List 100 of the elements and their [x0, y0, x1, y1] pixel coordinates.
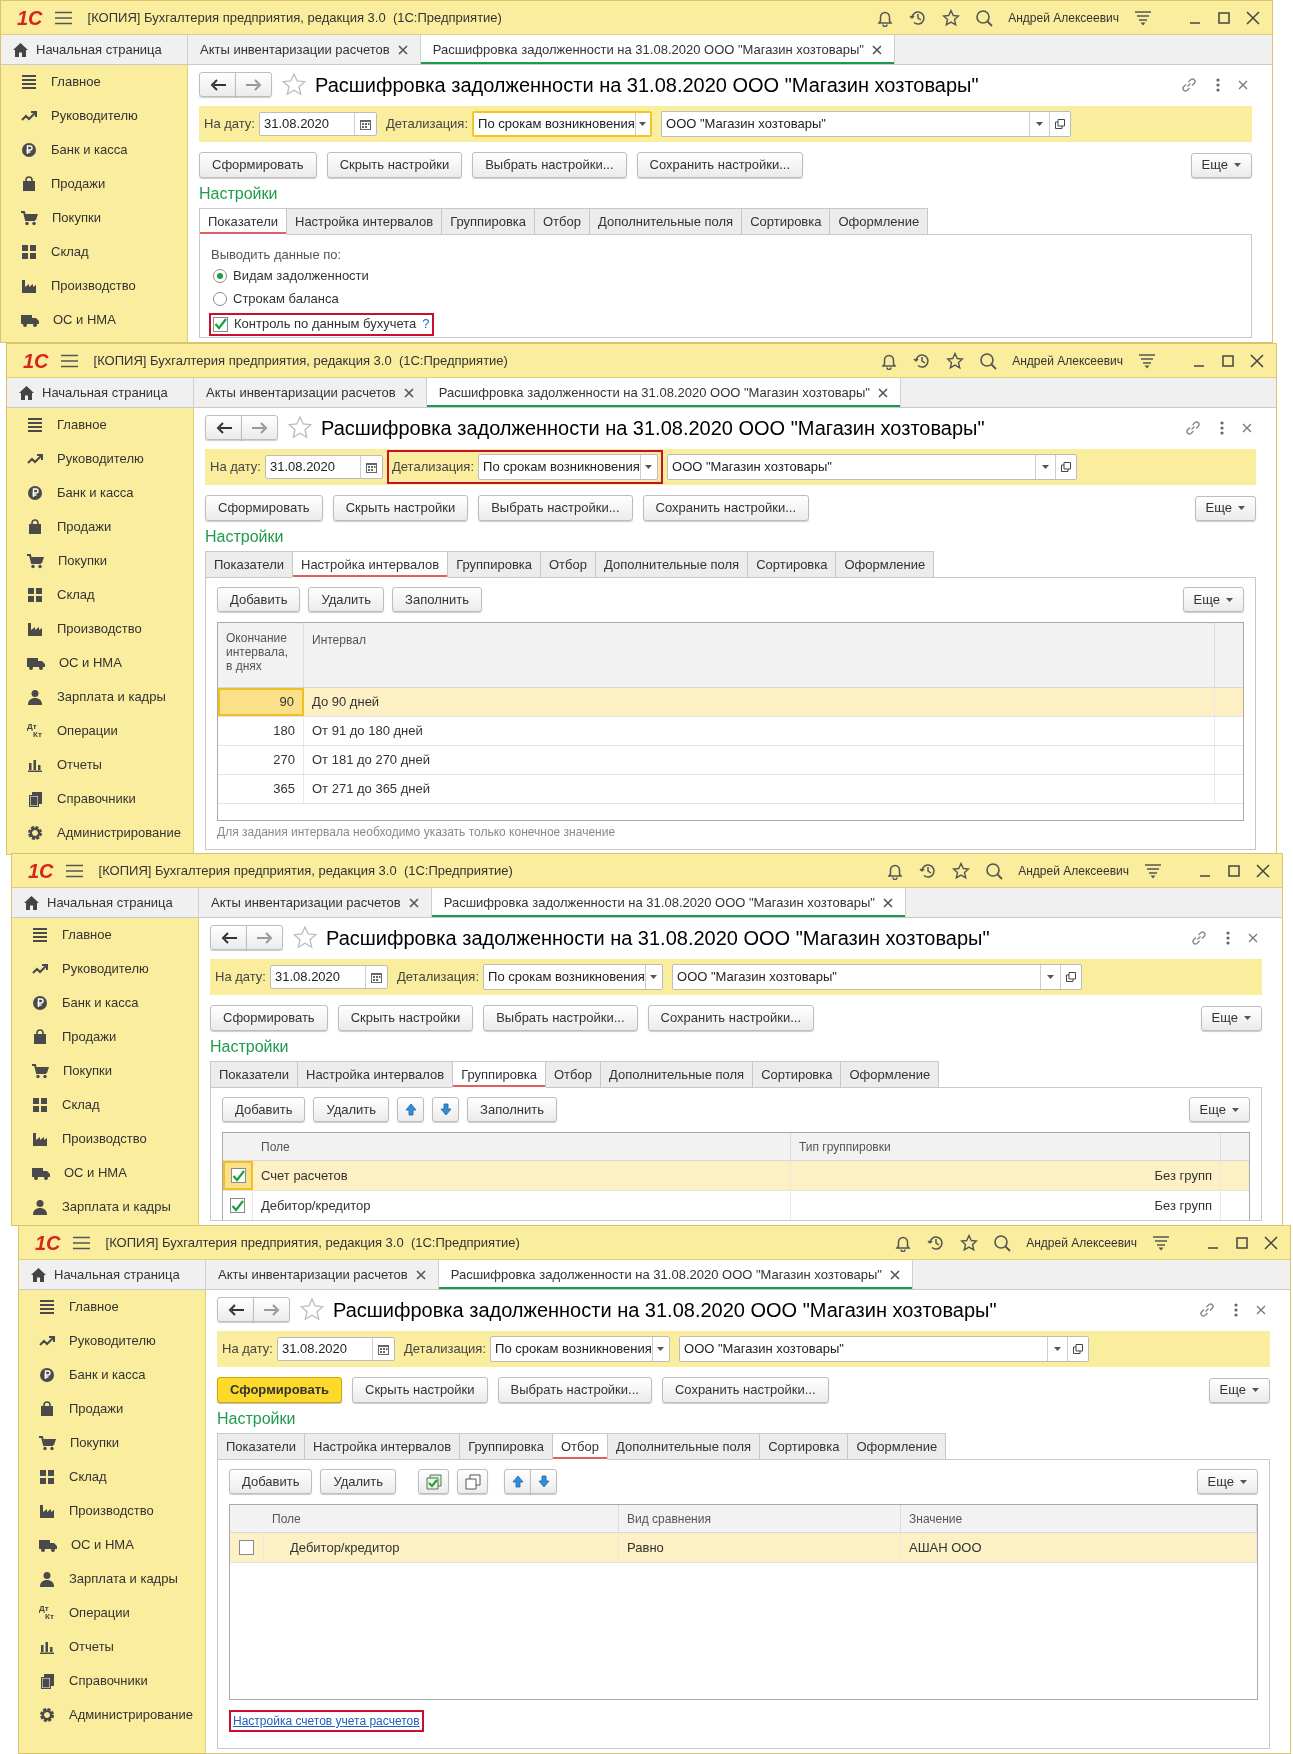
toolbar-button[interactable]: Удалить — [308, 587, 385, 612]
copy-button[interactable] — [457, 1469, 489, 1494]
settings-tab[interactable]: Оформление — [829, 208, 929, 235]
sidebar-item[interactable]: Производство — [7, 612, 193, 646]
radio-button[interactable] — [213, 269, 227, 283]
toolbar-button[interactable]: Удалить — [313, 1097, 390, 1122]
settings-tab[interactable]: Оформление — [835, 551, 935, 578]
sidebar-item[interactable]: ОС и НМА — [1, 303, 187, 337]
more-button[interactable]: Еще — [1190, 152, 1252, 178]
more-button[interactable]: Еще — [1194, 495, 1256, 521]
action-button[interactable]: Скрыть настройки — [326, 152, 463, 178]
action-button[interactable]: Сохранить настройки... — [661, 1377, 829, 1403]
settings-tab[interactable]: Оформление — [840, 1061, 940, 1088]
help-link[interactable]: ? — [422, 314, 430, 334]
link-icon[interactable] — [1180, 75, 1198, 94]
star-icon[interactable] — [942, 8, 961, 27]
user-name[interactable]: Андрей Алексеевич — [1026, 1233, 1137, 1252]
panel-menu-icon[interactable] — [1138, 352, 1156, 369]
more-button[interactable]: Еще — [1182, 587, 1244, 612]
star-icon[interactable] — [952, 861, 971, 880]
sidebar-item[interactable]: Отчеты — [7, 748, 193, 782]
sidebar-item[interactable]: Продажи — [12, 1020, 198, 1054]
settings-tab[interactable]: Показатели — [210, 1061, 298, 1088]
more-button[interactable]: Еще — [1200, 1005, 1262, 1031]
table-row[interactable]: Дебитор/кредитор Равно АШАН ООО — [230, 1533, 1257, 1563]
close-icon[interactable] — [415, 1269, 426, 1280]
history-icon[interactable] — [927, 1233, 946, 1252]
action-button[interactable]: Скрыть настройки — [332, 495, 469, 521]
close-icon[interactable] — [1242, 422, 1252, 433]
settings-link[interactable]: Настройка счетов учета расчетов — [229, 1710, 424, 1732]
search-icon[interactable] — [979, 351, 998, 370]
sidebar-item[interactable]: Справочники — [7, 782, 193, 816]
close-icon[interactable] — [1264, 1235, 1278, 1250]
sidebar-item[interactable]: Производство — [1, 269, 187, 303]
more-button[interactable]: Еще — [1188, 1097, 1250, 1122]
close-icon[interactable] — [1256, 1304, 1266, 1315]
toolbar-button[interactable]: Удалить — [320, 1469, 397, 1494]
table-row[interactable]: 365 От 271 до 365 дней — [218, 775, 1243, 804]
back-button[interactable] — [217, 1297, 254, 1322]
panel-menu-icon[interactable] — [1134, 9, 1152, 26]
star-icon[interactable] — [960, 1233, 979, 1252]
sidebar-item[interactable]: Производство — [19, 1494, 205, 1528]
settings-tab[interactable]: Группировка — [447, 551, 541, 578]
sidebar-item[interactable]: Банк и касса — [1, 133, 187, 167]
checkbox[interactable] — [213, 316, 228, 332]
close-icon[interactable] — [1238, 79, 1248, 90]
sidebar-item[interactable]: Дт Кт Операции — [7, 714, 193, 748]
more-icon[interactable] — [1216, 77, 1220, 92]
settings-tab[interactable]: Отбор — [540, 551, 596, 578]
panel-menu-icon[interactable] — [1144, 862, 1162, 879]
link-icon[interactable] — [1198, 1300, 1216, 1319]
close-icon[interactable] — [1256, 863, 1270, 878]
toolbar-button[interactable]: Добавить — [229, 1469, 313, 1494]
action-button[interactable]: Выбрать настройки... — [478, 495, 633, 521]
link-icon[interactable] — [1184, 418, 1202, 437]
action-button[interactable]: Сформировать — [199, 152, 317, 178]
panel-menu-icon[interactable] — [1152, 1234, 1170, 1251]
more-icon[interactable] — [1226, 930, 1230, 945]
settings-tab[interactable]: Сортировка — [741, 208, 831, 235]
sidebar-item[interactable]: Справочники — [19, 1664, 205, 1698]
settings-tab[interactable]: Сортировка — [752, 1061, 842, 1088]
action-button[interactable]: Выбрать настройки... — [472, 152, 627, 178]
action-button[interactable]: Сформировать — [205, 495, 323, 521]
maximize-icon[interactable] — [1227, 863, 1241, 878]
organization-combo[interactable]: ООО "Магазин хозтовары" — [667, 454, 1078, 480]
sidebar-item[interactable]: Склад — [12, 1088, 198, 1122]
sidebar-item[interactable]: Руководителю — [7, 442, 193, 476]
back-button[interactable] — [210, 925, 247, 950]
sidebar-item[interactable]: Продажи — [19, 1392, 205, 1426]
back-button[interactable] — [199, 72, 236, 97]
sidebar-item[interactable]: Продажи — [1, 167, 187, 201]
action-button[interactable]: Скрыть настройки — [352, 1377, 488, 1403]
checkbox[interactable] — [239, 1540, 254, 1555]
maximize-icon[interactable] — [1235, 1235, 1249, 1250]
close-icon[interactable] — [403, 387, 414, 398]
move-up-button[interactable] — [397, 1097, 425, 1122]
close-icon[interactable] — [872, 44, 882, 55]
settings-tab[interactable]: Отбор — [552, 1433, 608, 1460]
settings-tab[interactable]: Сортировка — [759, 1433, 849, 1460]
settings-tab[interactable]: Показатели — [205, 551, 293, 578]
window-tab[interactable]: Расшифровка задолженности на 31.08.2020 ООО "Магазин хозтовары" — [420, 35, 895, 64]
user-name[interactable]: Андрей Алексеевич — [1018, 861, 1129, 880]
toolbar-button[interactable]: Добавить — [222, 1097, 306, 1122]
sidebar-item[interactable]: Покупки — [1, 201, 187, 235]
settings-tab[interactable]: Настройка интервалов — [292, 551, 449, 578]
link-icon[interactable] — [1190, 928, 1208, 947]
toolbar-button[interactable]: Заполнить — [392, 587, 482, 612]
action-button[interactable]: Сформировать — [210, 1005, 328, 1031]
sidebar-item[interactable]: Руководителю — [1, 99, 187, 133]
toolbar-button[interactable]: Заполнить — [467, 1097, 557, 1122]
settings-tab[interactable]: Показатели — [217, 1433, 305, 1460]
menu-icon[interactable] — [60, 353, 78, 368]
settings-tab[interactable]: Настройка интервалов — [304, 1433, 461, 1460]
action-button[interactable]: Выбрать настройки... — [497, 1377, 652, 1403]
sidebar-item[interactable]: Покупки — [19, 1426, 205, 1460]
sidebar-item[interactable]: Склад — [1, 235, 187, 269]
history-icon[interactable] — [909, 8, 928, 27]
organization-combo[interactable]: ООО "Магазин хозтовары" — [661, 111, 1072, 137]
sidebar-item[interactable]: Склад — [19, 1460, 205, 1494]
settings-tab[interactable]: Дополнительные поля — [600, 1061, 754, 1088]
